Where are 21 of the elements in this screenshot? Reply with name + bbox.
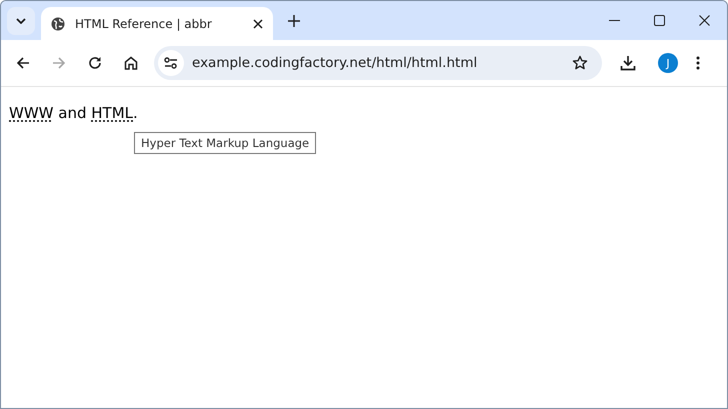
plus-icon[interactable] bbox=[288, 14, 300, 26]
caret-icon bbox=[16, 18, 26, 24]
paragraph-text: WWW and HTML. bbox=[8, 103, 139, 122]
tab-search-button[interactable] bbox=[7, 6, 35, 34]
browser-tab[interactable]: HTML Reference | abbr bbox=[41, 7, 273, 40]
site-settings-icon[interactable] bbox=[158, 50, 184, 76]
maximize-icon[interactable] bbox=[654, 15, 665, 26]
reload-icon[interactable] bbox=[88, 56, 102, 70]
home-icon[interactable] bbox=[124, 56, 138, 70]
close-icon[interactable] bbox=[253, 18, 263, 28]
star-icon[interactable] bbox=[572, 55, 588, 71]
tab-title: HTML Reference | abbr bbox=[75, 16, 213, 30]
back-arrow-icon[interactable] bbox=[16, 56, 30, 70]
profile-avatar[interactable]: J bbox=[658, 53, 678, 73]
url-text: example.codingfactory.net/html/html.html bbox=[192, 55, 478, 71]
tooltip: Hyper Text Markup Language bbox=[134, 132, 316, 154]
download-icon[interactable] bbox=[620, 55, 636, 71]
close-icon[interactable] bbox=[699, 15, 710, 26]
globe-icon bbox=[51, 16, 65, 30]
menu-icon[interactable] bbox=[696, 56, 700, 70]
address-bar[interactable]: example.codingfactory.net/html/html.html bbox=[154, 46, 602, 80]
